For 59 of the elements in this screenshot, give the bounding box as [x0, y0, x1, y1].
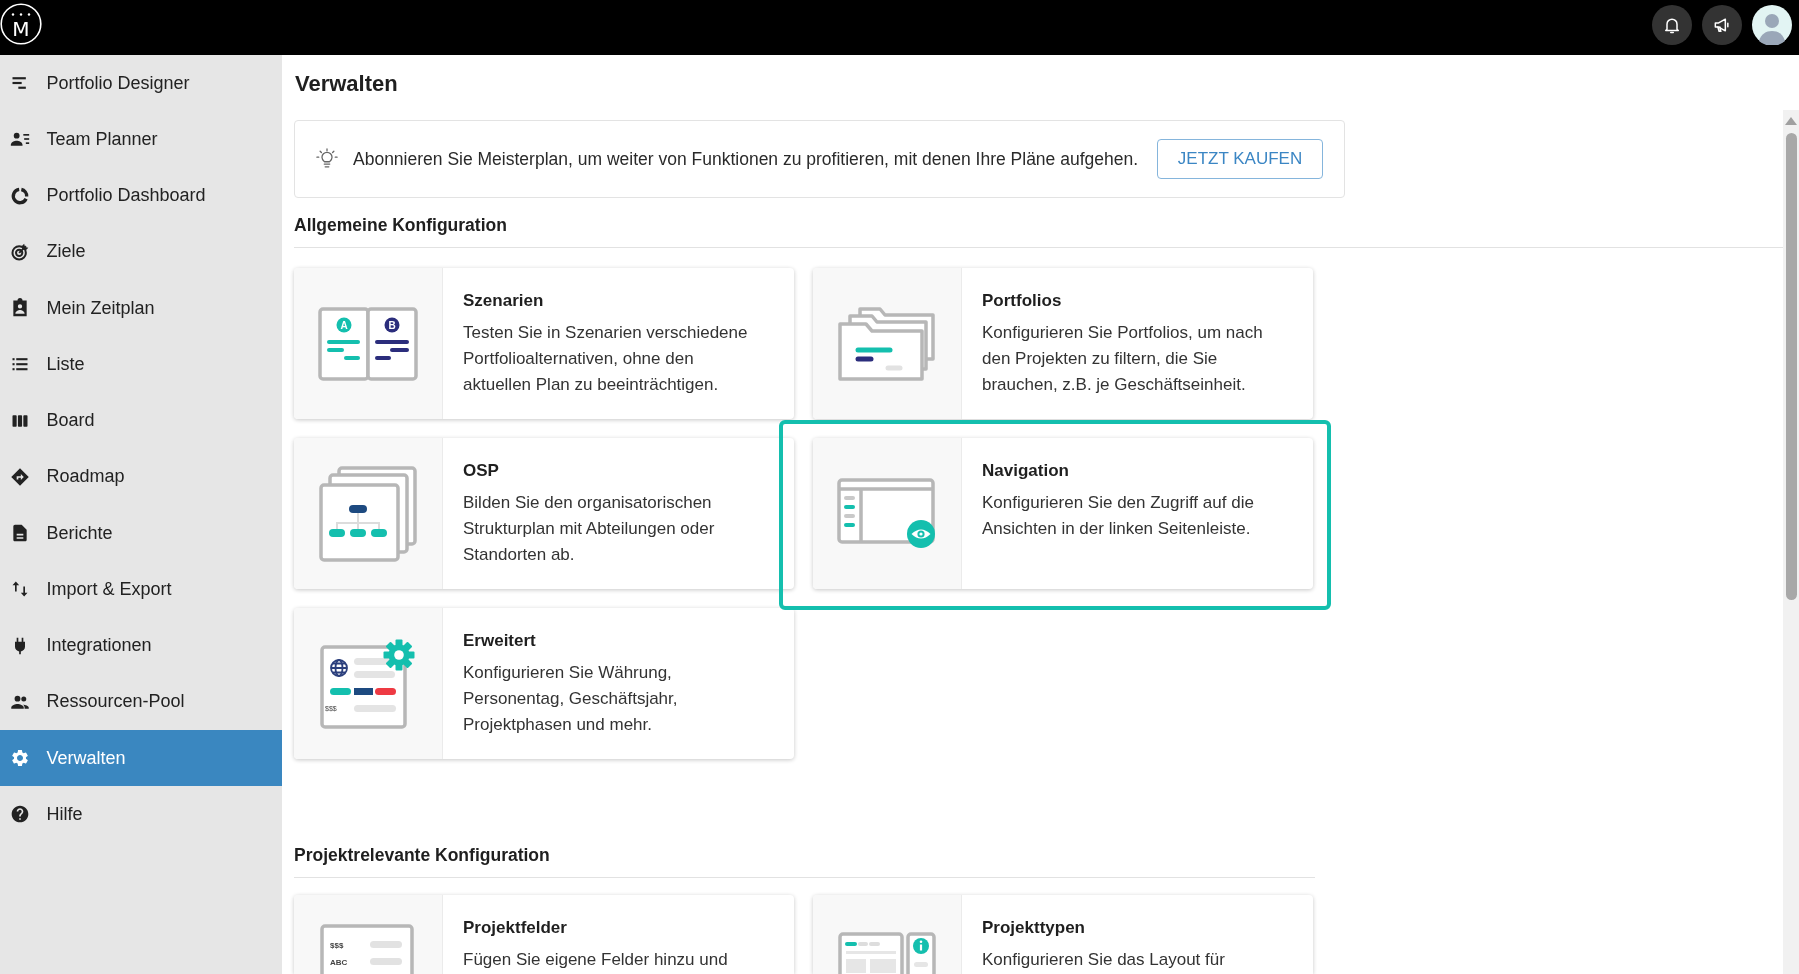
- logo[interactable]: M: [0, 3, 42, 45]
- card-title: Erweitert: [463, 630, 536, 652]
- help-icon: [10, 804, 30, 825]
- card-description: Konfigurieren Sie das Layout für: [982, 949, 1225, 971]
- sidebar-item[interactable]: Mein Zeitplan: [0, 280, 282, 337]
- settings-card[interactable]: Navigation Konfigurieren Sie den Zugriff auf die Ansichten in der linken Seitenleiste.: [813, 438, 1313, 589]
- sidebar-item[interactable]: Verwalten: [0, 730, 282, 787]
- notifications-button[interactable]: [1652, 5, 1692, 45]
- sidebar-item[interactable]: Ziele: [0, 223, 282, 280]
- card-description: Testen Sie in Szenarien verschiedene Portfolioalternativen, ohne den aktuellen Plan zu beeinträchtigen.: [463, 322, 749, 396]
- card-description: Konfigurieren Sie Portfolios, um nach den Projekten zu filtern, die Sie brauchen, z.B. je Geschäftseinheit.: [982, 322, 1264, 396]
- settings-icon: [10, 748, 30, 769]
- sidebar-item[interactable]: Roadmap: [0, 448, 282, 505]
- sidebar-item[interactable]: Portfolio Designer: [0, 55, 282, 112]
- scrollbar[interactable]: [1783, 110, 1799, 974]
- layout-info-icon: [838, 932, 936, 974]
- scrollbar-thumb[interactable]: [1785, 133, 1797, 600]
- sidebar-item[interactable]: Team Planner: [0, 111, 282, 168]
- sidebar-item[interactable]: Berichte: [0, 505, 282, 562]
- sidebar-item[interactable]: Import & Export: [0, 561, 282, 618]
- card-title: Navigation: [982, 460, 1069, 482]
- settings-card[interactable]: OSP Bilden Sie den organisatorischen Strukturplan mit Abteilungen oder Standorten ab.: [294, 438, 794, 589]
- form-fields-icon: $$$ ABC: [320, 923, 416, 974]
- clipboard-person-icon: [10, 298, 30, 319]
- sidebar-item[interactable]: Portfolio Dashboard: [0, 167, 282, 224]
- user-avatar[interactable]: [1752, 5, 1792, 45]
- lightbulb-icon: [316, 148, 338, 170]
- directions-sign-icon: [10, 466, 30, 487]
- section-heading: Projektrelevante Konfiguration: [294, 844, 550, 867]
- card-description: Bilden Sie den organisatorischen Strukturplan mit Abteilungen oder Standorten ab.: [463, 492, 716, 566]
- settings-card[interactable]: Projekttypen Konfigurieren Sie das Layout für: [813, 895, 1313, 974]
- sidebar-item[interactable]: Board: [0, 392, 282, 449]
- org-chart-icon: [319, 465, 417, 562]
- sidebar-item[interactable]: Ressourcen-Pool: [0, 673, 282, 730]
- card-description: Fügen Sie eigene Felder hinzu und: [463, 949, 728, 971]
- card-description: Konfigurieren Sie Währung, Personentag, Geschäftsjahr, Projektphasen und mehr.: [463, 662, 679, 736]
- card-description: Konfigurieren Sie den Zugriff auf die Ansichten in der linken Seitenleiste.: [982, 492, 1255, 540]
- settings-card[interactable]: $$$ ABC Projektfelder Fügen Sie eigene Felder hinzu und: [294, 895, 794, 974]
- buy-now-button[interactable]: JETZT KAUFEN: [1157, 139, 1323, 179]
- donut-chart-icon: [10, 185, 30, 206]
- card-title: Projekttypen: [982, 917, 1085, 939]
- sidebar-item[interactable]: Liste: [0, 336, 282, 393]
- announcements-button[interactable]: [1702, 5, 1742, 45]
- card-title: OSP: [463, 460, 499, 482]
- section-heading: Allgemeine Konfiguration: [294, 214, 507, 237]
- settings-card[interactable]: A B Szenarien Testen Sie in Szenarien verschiedene Portfolioalternativen, ohne den aktuellen Plan zu beeinträchtigen.: [294, 268, 794, 419]
- target-icon: [10, 241, 30, 262]
- document-icon: [10, 523, 30, 544]
- settings-card[interactable]: Portfolios Konfigurieren Sie Portfolios, um nach den Projekten zu filtern, die Sie brauchen, z.B. je Geschäftseinheit.: [813, 268, 1313, 419]
- megaphone-icon: [1712, 15, 1732, 35]
- sidebar-item[interactable]: Hilfe: [0, 786, 282, 843]
- page-title: Verwalten: [295, 70, 398, 98]
- banner-text: Abonnieren Sie Meisterplan, um weiter von Funktionen zu profitieren, mit denen Ihre Pläne aufgehen.: [353, 148, 1139, 170]
- window-eye-icon: [837, 477, 937, 550]
- card-title: Portfolios: [982, 290, 1062, 312]
- folders-icon: [838, 305, 936, 382]
- card-title: Projektfelder: [463, 917, 567, 939]
- card-title: Szenarien: [463, 290, 544, 312]
- sidebar-item[interactable]: Integrationen: [0, 617, 282, 674]
